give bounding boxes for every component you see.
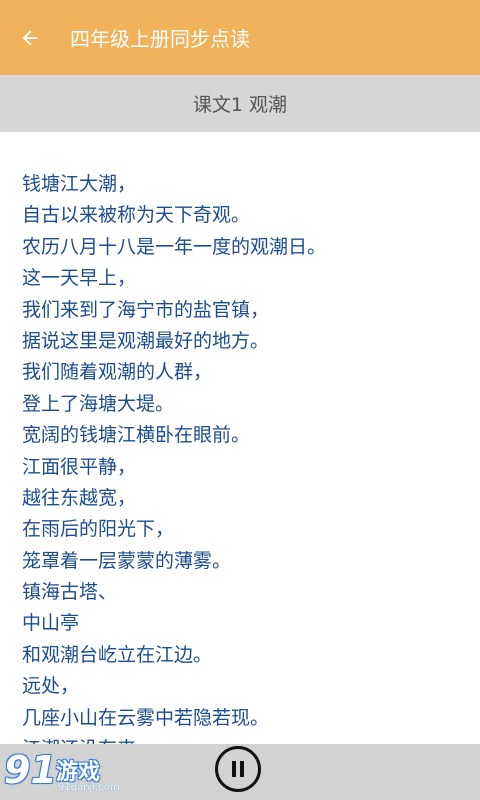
text-line[interactable]: 我们来到了海宁市的盐官镇，	[22, 295, 326, 326]
watermark-site: 91danji.com	[58, 782, 120, 793]
text-line[interactable]: 越往东越宽，	[22, 483, 326, 514]
text-line[interactable]: 江面很平静，	[22, 452, 326, 483]
text-line[interactable]: 据说这里是观潮最好的地方。	[22, 326, 326, 357]
text-line[interactable]: 这一天早上，	[22, 263, 326, 294]
text-line[interactable]: 农历八月十八是一年一度的观潮日。	[22, 232, 326, 263]
text-line[interactable]: 登上了海塘大堤。	[22, 389, 326, 420]
text-line[interactable]: 镇海古塔、	[22, 577, 326, 608]
back-button[interactable]	[0, 0, 60, 75]
text-line[interactable]: 自古以来被称为天下奇观。	[22, 200, 326, 231]
text-line[interactable]: 钱塘江大潮，	[22, 169, 326, 200]
arrow-left-icon	[22, 30, 38, 45]
pause-icon	[232, 761, 244, 777]
text-line[interactable]: 在雨后的阳光下，	[22, 514, 326, 545]
text-line[interactable]: 笼罩着一层蒙蒙的薄雾。	[22, 546, 326, 577]
reading-content[interactable]: 钱塘江大潮， 自古以来被称为天下奇观。 农历八月十八是一年一度的观潮日。 这一天早上，…	[0, 132, 480, 744]
text-line[interactable]: 江潮还没有来	[22, 734, 326, 744]
pause-button[interactable]	[215, 746, 261, 792]
text-line[interactable]: 我们随着观潮的人群，	[22, 357, 326, 388]
lesson-header: 课文1 观潮	[0, 75, 480, 132]
text-line[interactable]: 远处，	[22, 671, 326, 702]
app-title: 四年级上册同步点读	[70, 27, 250, 51]
text-line[interactable]: 中山亭	[22, 608, 326, 639]
text-line[interactable]: 和观潮台屹立在江边。	[22, 640, 326, 671]
app-bar: 四年级上册同步点读	[0, 0, 480, 75]
text-line[interactable]: 几座小山在云雾中若隐若现。	[22, 703, 326, 734]
text-lines: 钱塘江大潮， 自古以来被称为天下奇观。 农历八月十八是一年一度的观潮日。 这一天早上，…	[22, 169, 326, 744]
watermark-logo: 91 游戏 91danji.com	[4, 744, 134, 800]
watermark-number: 91	[4, 748, 57, 792]
text-line[interactable]: 宽阔的钱塘江横卧在眼前。	[22, 420, 326, 451]
lesson-title: 课文1 观潮	[192, 94, 288, 116]
